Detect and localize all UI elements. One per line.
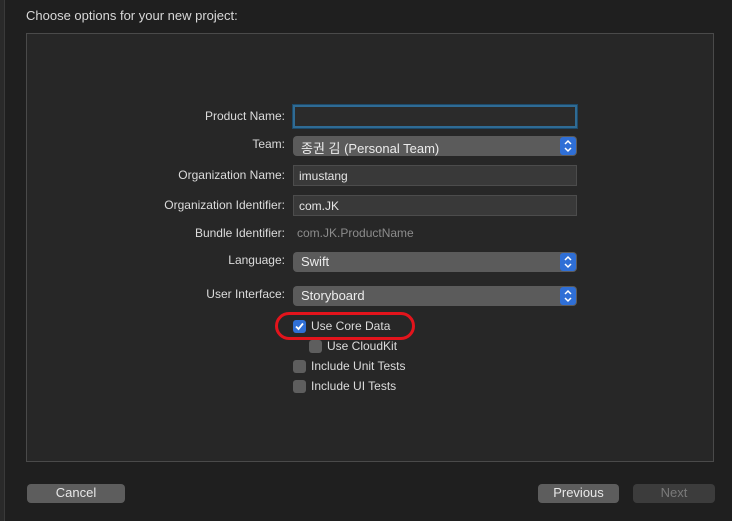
team-popup[interactable]: 종권 김 (Personal Team) bbox=[293, 136, 577, 156]
include-unit-tests-checkbox[interactable] bbox=[293, 360, 306, 373]
user-interface-popup[interactable]: Storyboard bbox=[293, 286, 577, 306]
language-row: Language: Swift bbox=[0, 252, 732, 274]
product-name-input[interactable] bbox=[293, 105, 577, 128]
bundle-identifier-label: Bundle Identifier: bbox=[194, 226, 285, 240]
chevron-updown-icon bbox=[560, 137, 576, 155]
product-name-row: Product Name: bbox=[0, 105, 732, 128]
chevron-updown-icon bbox=[560, 287, 576, 305]
language-label: Language: bbox=[228, 253, 285, 267]
chevron-updown-icon bbox=[560, 253, 576, 271]
team-row: Team: 종권 김 (Personal Team) bbox=[0, 136, 732, 158]
user-interface-label: User Interface: bbox=[206, 287, 285, 301]
organization-identifier-label: Organization Identifier: bbox=[164, 198, 285, 212]
team-label: Team: bbox=[252, 137, 285, 151]
bundle-identifier-value: com.JK.ProductName bbox=[297, 226, 414, 240]
include-unit-tests-label: Include Unit Tests bbox=[311, 359, 406, 373]
organization-identifier-input[interactable]: com.JK bbox=[293, 195, 577, 216]
user-interface-popup-value: Storyboard bbox=[301, 288, 365, 303]
highlight-annotation-ring bbox=[275, 312, 415, 340]
use-cloudkit-checkbox[interactable] bbox=[309, 340, 322, 353]
options-panel bbox=[26, 33, 714, 462]
next-button[interactable]: Next bbox=[633, 484, 715, 503]
product-name-label: Product Name: bbox=[204, 109, 285, 123]
cancel-button[interactable]: Cancel bbox=[27, 484, 125, 503]
sheet-title: Choose options for your new project: bbox=[26, 8, 238, 23]
user-interface-row: User Interface: Storyboard bbox=[0, 286, 732, 308]
bundle-identifier-row: Bundle Identifier: com.JK.ProductName bbox=[0, 223, 732, 245]
team-popup-value: 종권 김 (Personal Team) bbox=[301, 141, 440, 156]
include-ui-tests-label: Include UI Tests bbox=[311, 379, 397, 393]
organization-identifier-row: Organization Identifier: com.JK bbox=[0, 195, 732, 217]
previous-button[interactable]: Previous bbox=[538, 484, 619, 503]
include-ui-tests-checkbox[interactable] bbox=[293, 380, 306, 393]
organization-name-row: Organization Name: imustang bbox=[0, 165, 732, 187]
language-popup-value: Swift bbox=[301, 254, 330, 269]
use-cloudkit-label: Use CloudKit bbox=[327, 339, 398, 353]
organization-name-label: Organization Name: bbox=[178, 168, 285, 182]
organization-name-input[interactable]: imustang bbox=[293, 165, 577, 186]
language-popup[interactable]: Swift bbox=[293, 252, 577, 272]
